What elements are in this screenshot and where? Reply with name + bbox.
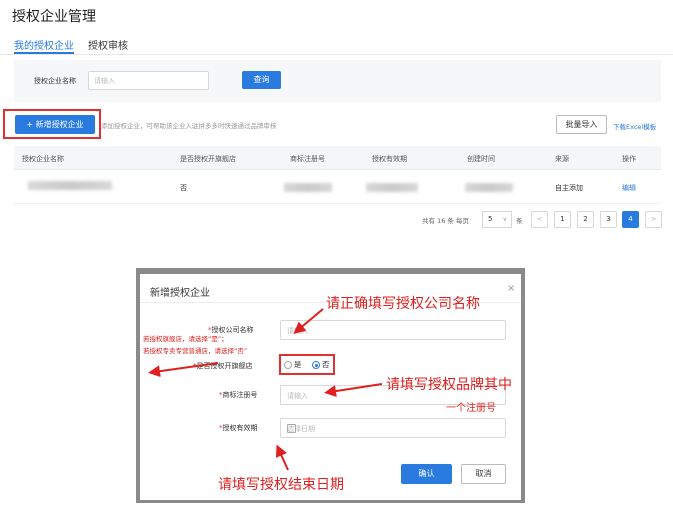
filter-company-input[interactable]: 请输入 xyxy=(88,71,209,90)
trademark-placeholder: 请输入 xyxy=(287,392,308,400)
tab-review[interactable]: 授权审核 xyxy=(88,37,128,52)
radio-yes-label: 是 xyxy=(294,360,302,369)
blurred-company-name xyxy=(28,181,112,190)
page-2-button[interactable]: 2 xyxy=(577,211,594,228)
th-company: 授权企业名称 xyxy=(22,155,64,163)
annotation-flagship-1: 若授权旗舰店，请选择“是”； xyxy=(143,335,228,343)
filter-placeholder: 请输入 xyxy=(94,77,115,85)
annotation-flagship-2: 若授权专卖专营普通店，请选择“否” xyxy=(143,347,248,355)
highlight-box-add xyxy=(3,109,101,139)
th-validity: 授权有效期 xyxy=(372,155,407,163)
th-trademark: 商标注册号 xyxy=(290,155,325,163)
radio-no-label: 否 xyxy=(322,360,330,369)
add-hint-text: 添加授权企业，可帮助该企业入驻拼多多时快速通过品牌审核 xyxy=(101,122,277,130)
confirm-button[interactable]: 确认 xyxy=(401,464,452,484)
radio-yes[interactable] xyxy=(284,361,292,369)
pager-unit: 条 xyxy=(516,217,523,225)
batch-import-button[interactable]: 批量导入 xyxy=(556,115,607,134)
company-label: *授权公司名称 xyxy=(208,326,254,334)
th-flagship: 是否授权开旗舰店 xyxy=(180,155,236,163)
page-4-button[interactable]: 4 xyxy=(622,211,639,228)
filter-company-label: 授权企业名称 xyxy=(34,77,76,85)
chevron-down-icon: ∨ xyxy=(502,216,507,223)
download-template-link[interactable]: 下载Excel模板 xyxy=(613,121,656,131)
th-created: 创建时间 xyxy=(467,155,495,163)
page-3-button[interactable]: 3 xyxy=(600,211,617,228)
close-icon[interactable]: × xyxy=(507,283,515,294)
annotation-trademark-2: 一个注册号 xyxy=(446,403,496,414)
th-action: 操作 xyxy=(622,155,636,163)
page-size-select[interactable]: 5 ∨ xyxy=(482,211,512,228)
td-flagship: 否 xyxy=(180,184,187,192)
query-button[interactable]: 查询 xyxy=(242,71,281,89)
radio-no[interactable] xyxy=(312,361,320,369)
annotation-company: 请正确填写授权公司名称 xyxy=(326,296,480,312)
page-title: 授权企业管理 xyxy=(12,9,96,25)
cancel-button[interactable]: 取消 xyxy=(461,464,506,484)
edit-link[interactable]: 编辑 xyxy=(622,183,636,193)
trademark-label: *商标注册号 xyxy=(219,391,258,399)
td-source: 自主添加 xyxy=(555,184,583,192)
pager-total: 共有 16 条 每页 xyxy=(422,217,469,225)
calendar-icon xyxy=(287,424,296,433)
page-1-button[interactable]: 1 xyxy=(554,211,571,228)
flagship-label: *是否授权开旗舰店 xyxy=(193,362,253,370)
annotation-trademark-1: 请填写授权品牌其中 xyxy=(386,377,512,393)
annotation-validity: 请填写授权结束日期 xyxy=(218,477,344,493)
company-input[interactable]: 请输入 xyxy=(280,320,506,340)
modal-title: 新增授权企业 xyxy=(150,288,210,299)
blurred-trademark xyxy=(284,183,332,192)
next-page-button[interactable]: > xyxy=(645,211,662,228)
blurred-created xyxy=(465,183,513,192)
blurred-validity xyxy=(366,183,418,192)
th-source: 来源 xyxy=(555,155,569,163)
page-size-value: 5 xyxy=(488,215,493,223)
tab-divider xyxy=(0,54,673,55)
validity-date-input[interactable]: 选择日期 xyxy=(280,418,506,438)
company-placeholder: 请输入 xyxy=(287,327,308,335)
validity-label: *授权有效期 xyxy=(219,424,258,432)
prev-page-button[interactable]: < xyxy=(531,211,548,228)
tab-my-authorized[interactable]: 我的授权企业 xyxy=(14,37,74,52)
